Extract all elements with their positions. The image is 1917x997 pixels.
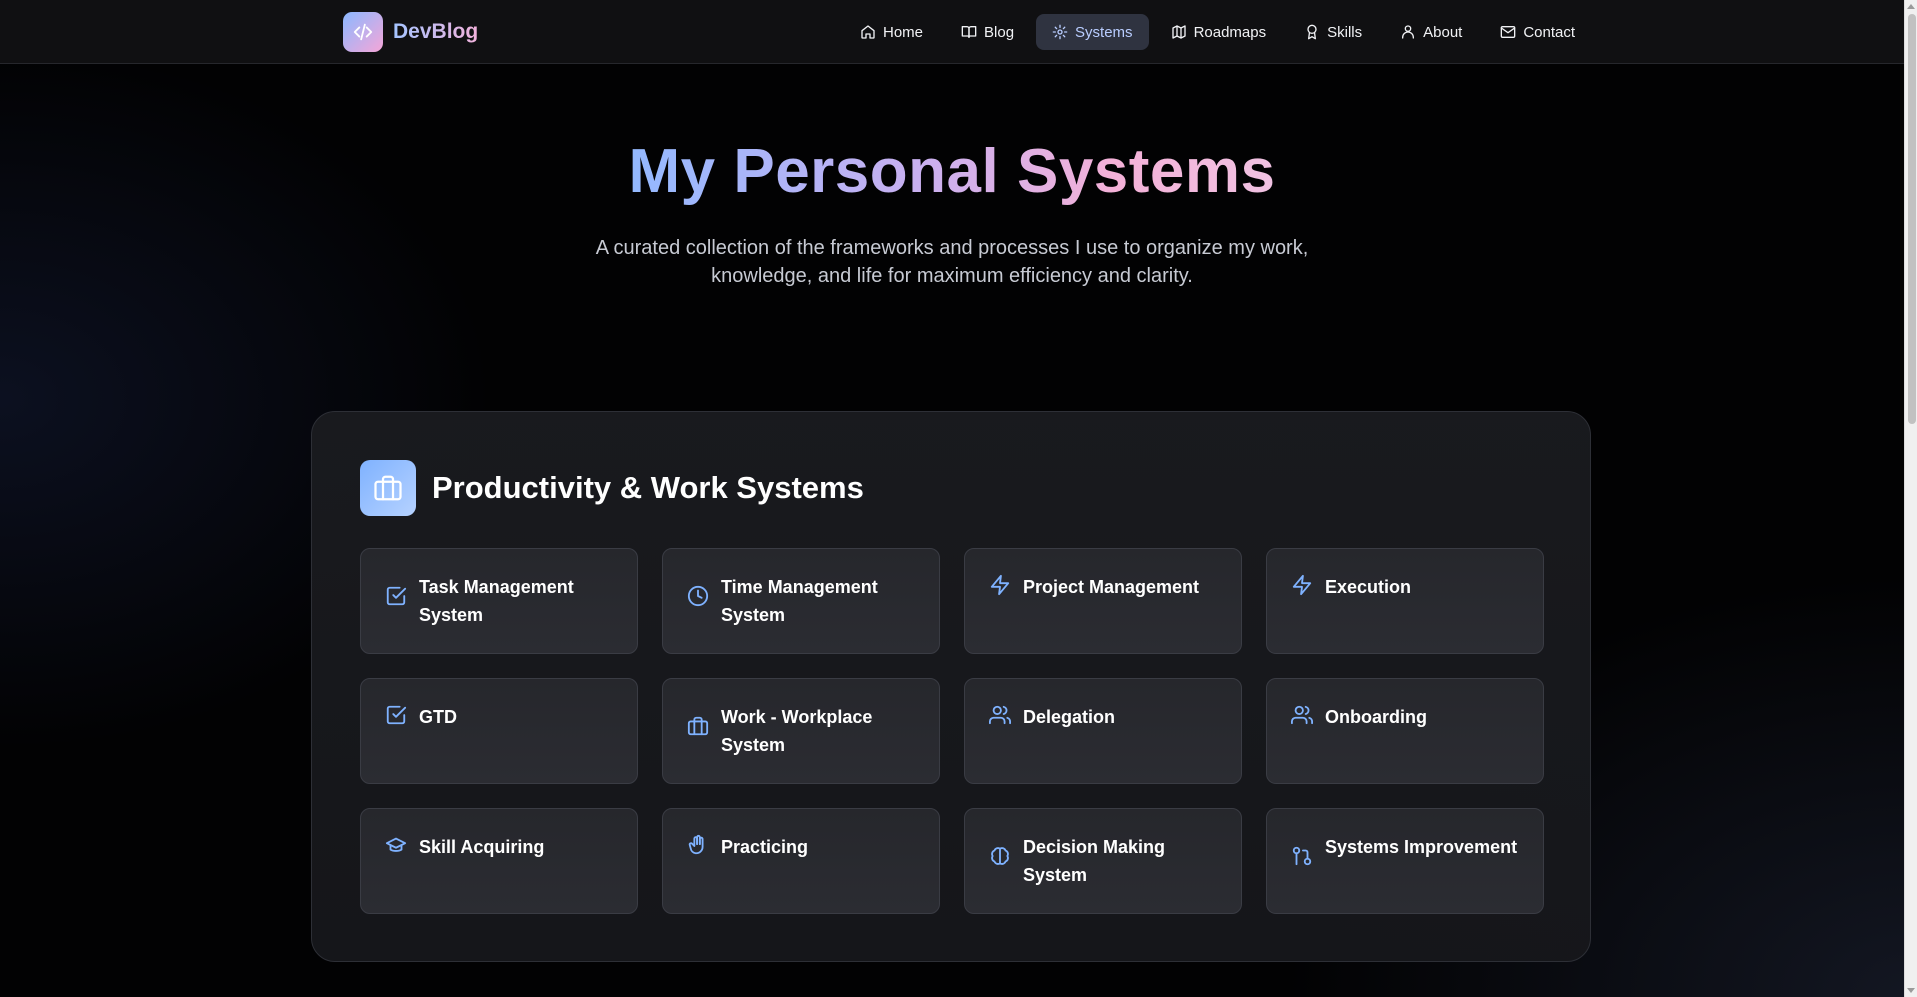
clock-icon bbox=[687, 585, 709, 607]
nav-links: Home Blog Systems Roadmaps Skills About … bbox=[844, 14, 1591, 50]
page-title: My Personal Systems bbox=[628, 130, 1275, 214]
system-card-time-management[interactable]: Time Management System bbox=[662, 548, 940, 654]
map-icon bbox=[1171, 25, 1186, 39]
nav-item-label: Systems bbox=[1075, 23, 1133, 41]
system-card-task-management[interactable]: Task Management System bbox=[360, 548, 638, 654]
system-card-title: Execution bbox=[1325, 577, 1412, 597]
page-subtitle: A curated collection of the frameworks a… bbox=[595, 237, 1309, 287]
system-card-title: Systems Improvement bbox=[1325, 837, 1518, 857]
system-card-onboarding[interactable]: Onboarding bbox=[1266, 678, 1544, 784]
system-card-title: Onboarding bbox=[1325, 707, 1427, 727]
system-card-title: Work - Workplace System bbox=[721, 707, 873, 755]
nav-item-blog[interactable]: Blog bbox=[945, 14, 1030, 50]
system-card-gtd[interactable]: GTD bbox=[360, 678, 638, 784]
award-icon bbox=[1307, 24, 1317, 40]
productivity-section: Productivity & Work Systems Task Managem… bbox=[311, 411, 1591, 962]
code-icon bbox=[343, 12, 383, 52]
system-card-execution[interactable]: Execution bbox=[1266, 548, 1544, 654]
scrollbar-thumb[interactable] bbox=[1908, 14, 1916, 424]
nav-item-home[interactable]: Home bbox=[844, 14, 939, 50]
scroll-up-arrow-icon[interactable] bbox=[1907, 4, 1915, 9]
git-pull-request-icon bbox=[1292, 846, 1312, 866]
zap-icon bbox=[1292, 574, 1312, 596]
users-icon bbox=[1291, 705, 1313, 725]
brand-name: DevBlog bbox=[393, 20, 479, 43]
briefcase-icon bbox=[687, 716, 709, 736]
brain-icon bbox=[991, 847, 1009, 865]
mail-icon bbox=[1500, 26, 1516, 38]
check-square-icon bbox=[386, 586, 407, 606]
nav-item-label: Contact bbox=[1523, 23, 1576, 41]
system-card-title: Project Management bbox=[1023, 577, 1200, 597]
system-card-skill-acquiring[interactable]: Skill Acquiring bbox=[360, 808, 638, 914]
system-card-work-workplace[interactable]: Work - Workplace System bbox=[662, 678, 940, 784]
system-card-decision-making[interactable]: Decision Making System bbox=[964, 808, 1242, 914]
home-icon bbox=[861, 25, 875, 39]
system-card-practicing[interactable]: Practicing bbox=[662, 808, 940, 914]
check-square-icon bbox=[386, 705, 407, 725]
system-card-title: Delegation bbox=[1023, 707, 1116, 727]
gear-icon bbox=[1052, 24, 1068, 40]
nav-item-label: Blog bbox=[984, 23, 1015, 41]
hero: My Personal Systems A curated collection… bbox=[0, 130, 1904, 290]
system-card-systems-improvement[interactable]: Systems Improvement bbox=[1266, 808, 1544, 914]
nav-item-label: Skills bbox=[1327, 23, 1363, 41]
briefcase-icon bbox=[360, 460, 416, 516]
system-card-title: Practicing bbox=[721, 837, 809, 857]
scroll-down-arrow-icon[interactable] bbox=[1907, 988, 1915, 993]
book-icon bbox=[961, 26, 977, 38]
systems-grid: Task Management System Time Management S… bbox=[360, 548, 1544, 914]
section-header: Productivity & Work Systems bbox=[360, 460, 864, 516]
users-icon bbox=[989, 705, 1011, 725]
user-icon bbox=[1402, 25, 1415, 39]
system-card-title: Skill Acquiring bbox=[419, 837, 545, 857]
zap-icon bbox=[990, 574, 1010, 596]
navbar: DevBlog Home Blog Systems Roadmaps Skill… bbox=[0, 0, 1904, 64]
nav-item-about[interactable]: About bbox=[1384, 14, 1478, 50]
system-card-title: Time Management System bbox=[721, 577, 878, 625]
system-card-title: Task Management System bbox=[419, 577, 574, 625]
system-card-project-management[interactable]: Project Management bbox=[964, 548, 1242, 654]
system-card-title: Decision Making System bbox=[1023, 837, 1166, 885]
nav-item-skills[interactable]: Skills bbox=[1288, 14, 1378, 50]
nav-item-label: Home bbox=[883, 23, 924, 41]
section-title: Productivity & Work Systems bbox=[432, 470, 864, 505]
nav-item-systems[interactable]: Systems bbox=[1036, 14, 1149, 50]
hand-icon bbox=[688, 834, 704, 855]
nav-item-label: Roadmaps bbox=[1193, 23, 1267, 41]
nav-item-contact[interactable]: Contact bbox=[1484, 14, 1591, 50]
brand[interactable]: DevBlog bbox=[343, 12, 478, 52]
nav-item-roadmaps[interactable]: Roadmaps bbox=[1155, 14, 1283, 50]
system-card-delegation[interactable]: Delegation bbox=[964, 678, 1242, 784]
graduation-cap-icon bbox=[385, 837, 407, 852]
vertical-scrollbar[interactable] bbox=[1904, 0, 1917, 997]
system-card-title: GTD bbox=[419, 707, 457, 727]
nav-item-label: About bbox=[1423, 23, 1463, 41]
